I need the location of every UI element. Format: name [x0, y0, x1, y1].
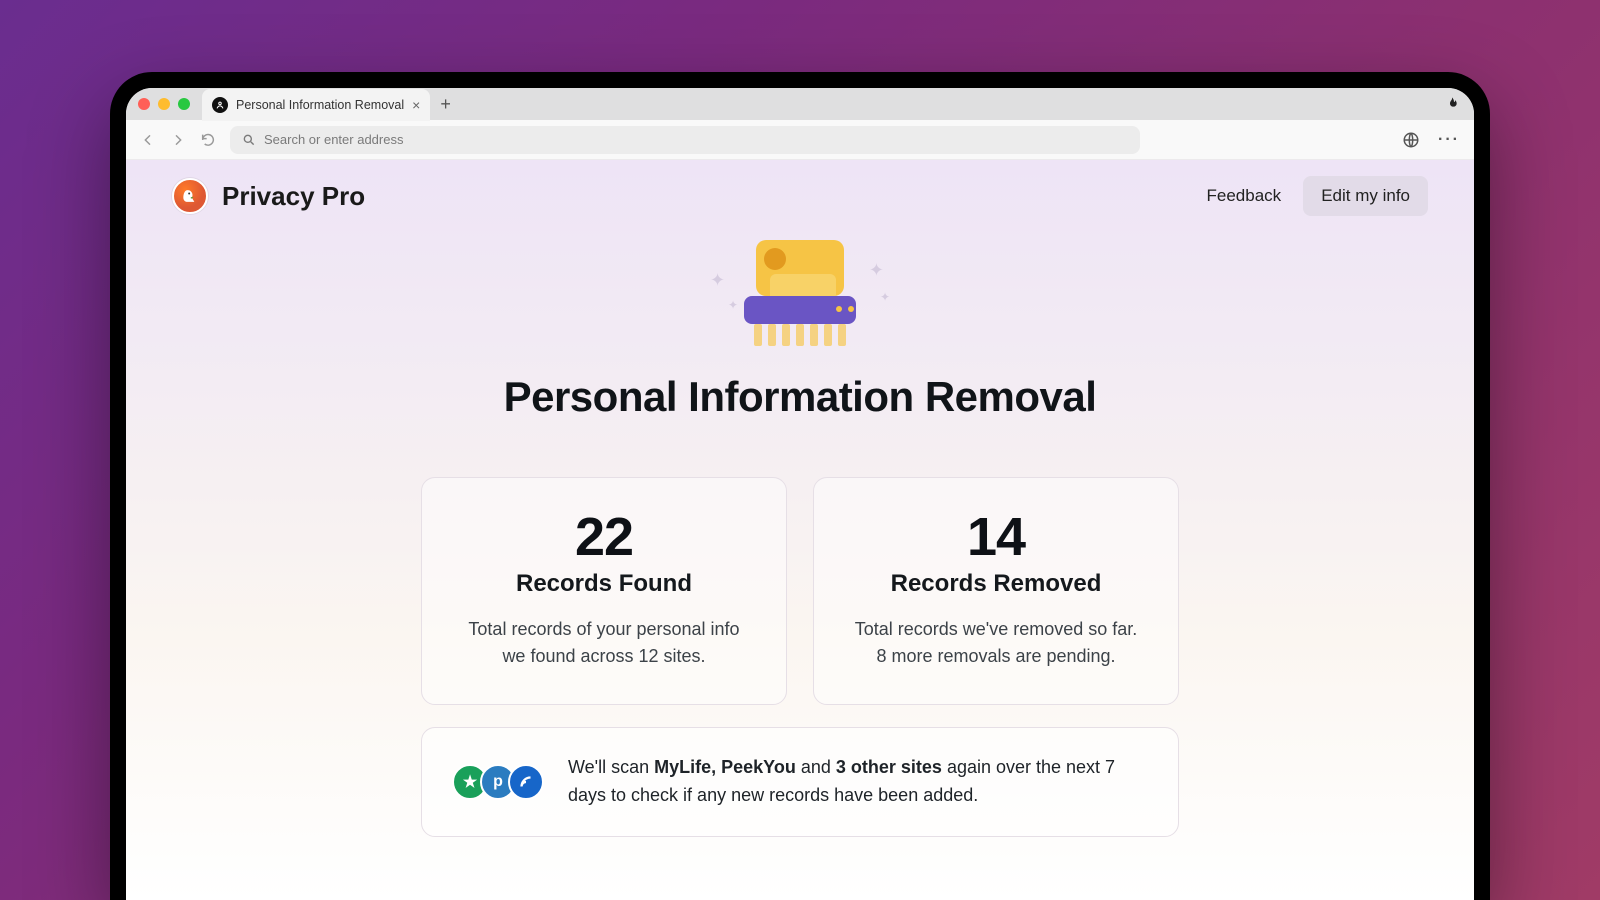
close-window-button[interactable]	[138, 98, 150, 110]
records-removed-value: 14	[850, 506, 1142, 568]
address-bar[interactable]: Search or enter address	[230, 126, 1140, 154]
scan-text-segment: and	[796, 757, 836, 777]
records-found-card: 22 Records Found Total records of your p…	[421, 477, 787, 705]
shield-icon[interactable]	[1402, 131, 1420, 149]
records-found-value: 22	[458, 506, 750, 568]
page-content: Privacy Pro Feedback Edit my info ✦ ✦ ✦ …	[126, 160, 1474, 900]
feedback-link[interactable]: Feedback	[1207, 186, 1282, 206]
brand-title: Privacy Pro	[222, 181, 365, 212]
browser-tab[interactable]: Personal Information Removal ×	[202, 89, 430, 121]
records-found-desc: Total records of your personal info we f…	[458, 616, 750, 670]
page-header: Privacy Pro Feedback Edit my info	[126, 160, 1474, 216]
close-tab-icon[interactable]: ×	[412, 97, 420, 113]
reload-button-icon[interactable]	[200, 132, 216, 148]
brand: Privacy Pro	[172, 178, 365, 214]
new-tab-button[interactable]: +	[440, 95, 451, 113]
site-logo-icon	[508, 764, 544, 800]
scan-text-segment: We'll scan	[568, 757, 654, 777]
records-removed-card: 14 Records Removed Total records we've r…	[813, 477, 1179, 705]
page-title: Personal Information Removal	[126, 373, 1474, 421]
stat-cards: 22 Records Found Total records of your p…	[126, 477, 1474, 705]
records-found-label: Records Found	[458, 570, 750, 598]
tab-strip: Personal Information Removal × +	[126, 88, 1474, 120]
hero-illustration-icon: ✦ ✦ ✦ ✦	[710, 240, 890, 350]
more-menu-icon[interactable]: ···	[1438, 131, 1460, 149]
tab-title: Personal Information Removal	[236, 98, 404, 112]
site-logos: ★ p	[452, 764, 544, 800]
maximize-window-button[interactable]	[178, 98, 190, 110]
browser-toolbar: Search or enter address ···	[126, 120, 1474, 160]
device-frame: Personal Information Removal × + Search …	[110, 72, 1490, 900]
back-button-icon[interactable]	[140, 132, 156, 148]
window-controls	[138, 98, 190, 110]
records-removed-desc: Total records we've removed so far. 8 mo…	[850, 616, 1142, 670]
search-icon	[242, 133, 256, 147]
scan-other-sites: 3 other sites	[836, 757, 942, 777]
fire-button-icon[interactable]	[1444, 96, 1460, 112]
brand-logo-icon	[172, 178, 208, 214]
minimize-window-button[interactable]	[158, 98, 170, 110]
hero: ✦ ✦ ✦ ✦ Personal Information Removal	[126, 240, 1474, 421]
scan-sites: MyLife, PeekYou	[654, 757, 796, 777]
edit-info-button[interactable]: Edit my info	[1303, 176, 1428, 216]
scan-status-card: ★ p We'll scan MyLife, PeekYou and 3 oth…	[421, 727, 1179, 837]
tab-favicon-icon	[212, 97, 228, 113]
address-placeholder: Search or enter address	[264, 132, 403, 147]
scan-status-text: We'll scan MyLife, PeekYou and 3 other s…	[568, 754, 1148, 810]
screen: Personal Information Removal × + Search …	[126, 88, 1474, 900]
records-removed-label: Records Removed	[850, 570, 1142, 598]
forward-button-icon[interactable]	[170, 132, 186, 148]
